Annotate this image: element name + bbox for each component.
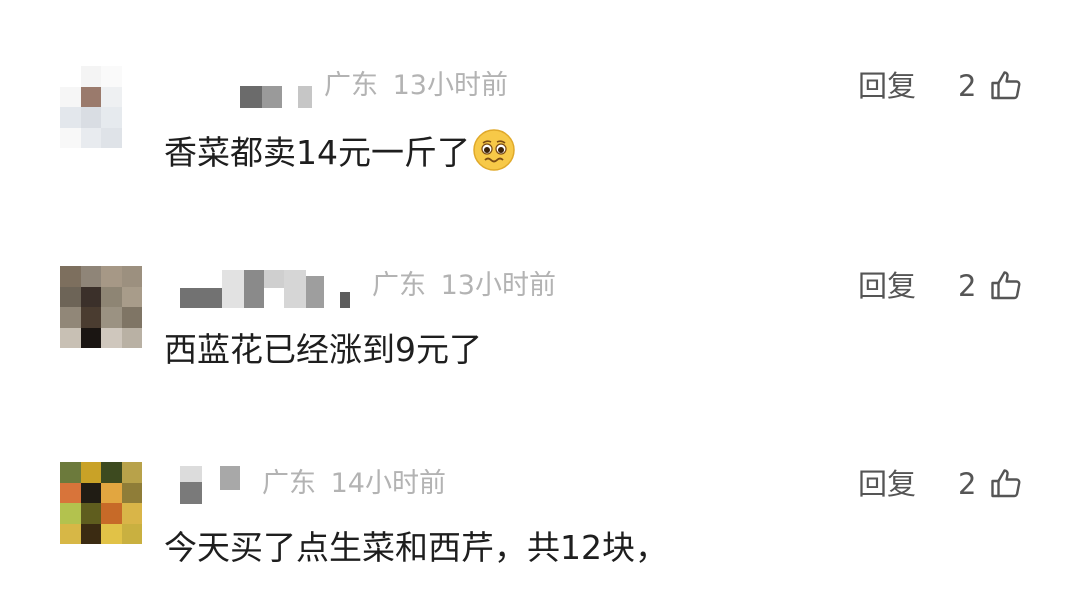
comment-meta: 广东 13小时前 — [324, 66, 508, 106]
username-redacted[interactable] — [240, 70, 320, 110]
like-count: 2 — [958, 269, 977, 303]
comment-text: 香菜都卖14元一斤了 — [164, 128, 516, 177]
location-label: 广东 — [262, 468, 316, 499]
avatar[interactable] — [60, 66, 142, 148]
comment-item: 广东 13小时前 回复 2 西蓝花已经涨到9元了 — [0, 200, 1075, 400]
username-redacted[interactable] — [180, 466, 250, 506]
comment-meta: 广东 14小时前 — [262, 464, 446, 504]
like-count: 2 — [958, 69, 977, 103]
like-count: 2 — [958, 467, 977, 501]
reply-button[interactable]: 回复 — [858, 66, 916, 106]
comment-item: 广东 13小时前 回复 2 香菜都卖14元一斤了 — [0, 0, 1075, 200]
comment-item: 广东 14小时前 回复 2 今天买了点生菜和西芹，共12块， — [0, 400, 1075, 600]
reply-button[interactable]: 回复 — [858, 266, 916, 306]
thumbs-up-icon[interactable] — [988, 466, 1024, 502]
username-redacted[interactable] — [180, 270, 355, 310]
reply-button[interactable]: 回复 — [858, 464, 916, 504]
comment-meta: 广东 13小时前 — [372, 266, 556, 306]
location-label: 广东 — [324, 70, 378, 101]
timestamp: 14小时前 — [330, 468, 446, 499]
avatar[interactable] — [60, 462, 142, 544]
comment-text: 今天买了点生菜和西芹，共12块， — [164, 528, 668, 567]
timestamp: 13小时前 — [440, 270, 556, 301]
avatar[interactable] — [60, 266, 142, 348]
location-label: 广东 — [372, 270, 426, 301]
comment-text-content: 香菜都卖14元一斤了 — [164, 133, 470, 172]
timestamp: 13小时前 — [392, 70, 508, 101]
thumbs-up-icon[interactable] — [988, 68, 1024, 104]
comment-text: 西蓝花已经涨到9元了 — [164, 330, 482, 369]
thumbs-up-icon[interactable] — [988, 268, 1024, 304]
woozy-pleading-emoji-icon — [473, 129, 515, 171]
